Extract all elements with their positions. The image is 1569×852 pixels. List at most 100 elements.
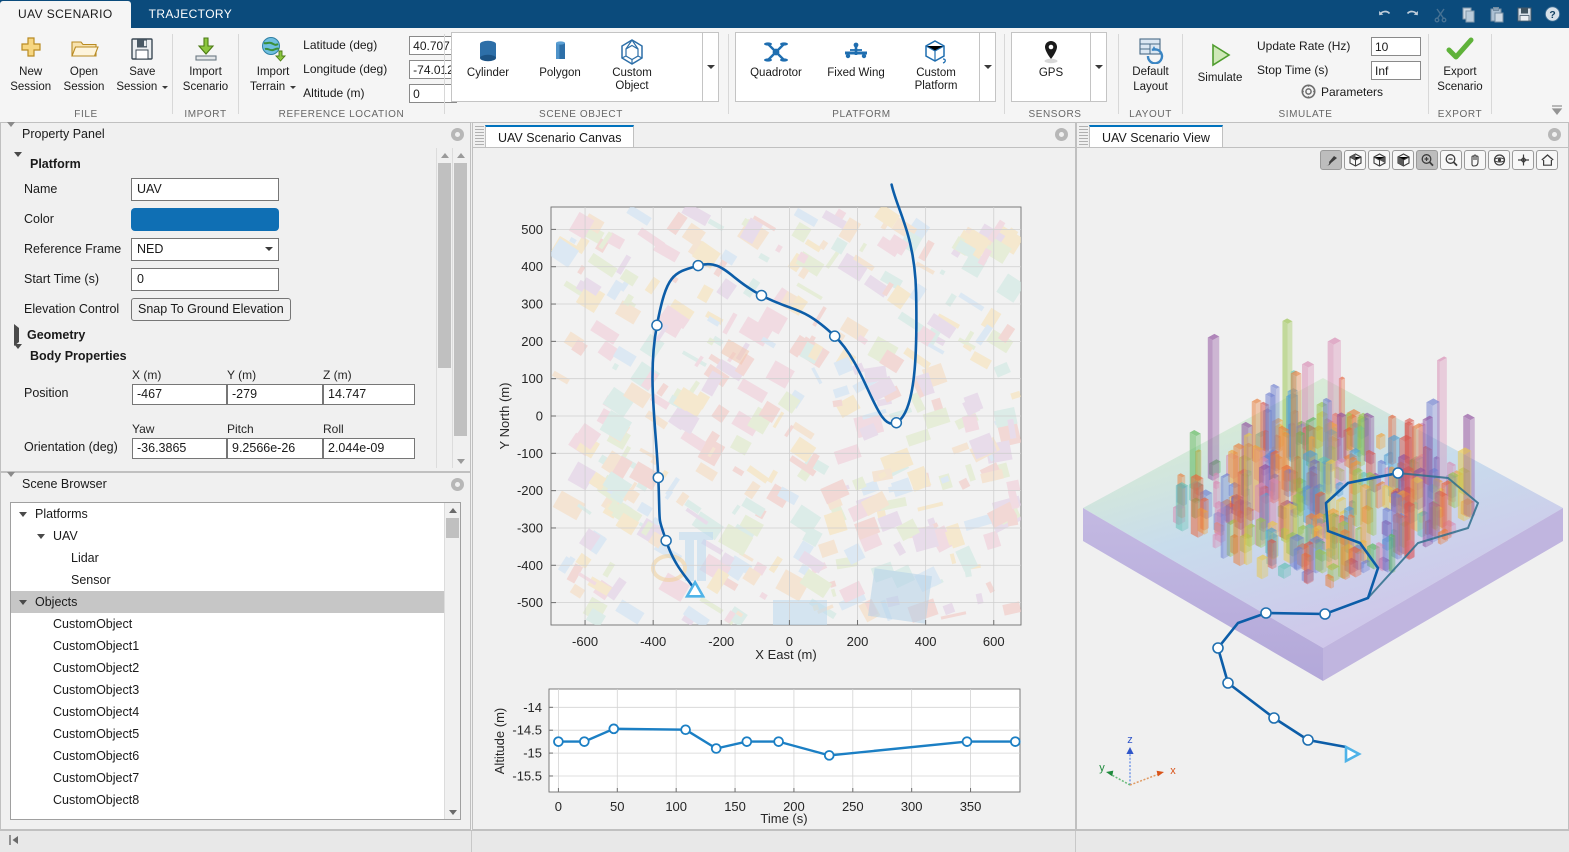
position-y-input[interactable]: -279	[227, 384, 323, 405]
altitude-waypoint-marker[interactable]	[553, 736, 564, 747]
new-session-button[interactable]: New Session	[6, 32, 55, 96]
altitude-waypoint-marker[interactable]	[1009, 736, 1021, 747]
position-z-input[interactable]: 14.747	[323, 384, 415, 405]
paste-icon[interactable]	[1488, 6, 1505, 23]
tree-item-sensor[interactable]: Sensor	[11, 569, 444, 591]
fixed-wing-button[interactable]: Fixed Wing	[816, 33, 896, 101]
import-terrain-dropdown-icon[interactable]	[290, 86, 297, 89]
property-panel-collapse-icon[interactable]	[7, 122, 15, 141]
cube-view-2-icon[interactable]	[1368, 150, 1390, 170]
zoom-out-icon[interactable]	[1440, 150, 1462, 170]
tree-item-platforms[interactable]: Platforms	[11, 503, 444, 525]
property-panel-inner-scrollbar[interactable]	[436, 148, 452, 468]
tree-item-uav[interactable]: UAV	[11, 525, 444, 547]
tree-toggle-down-icon[interactable]	[37, 533, 47, 539]
platform-gallery-dropdown[interactable]	[980, 32, 996, 102]
waypoint-marker-3d[interactable]	[1392, 467, 1404, 479]
orientation-roll-input[interactable]: 2.044e-09	[323, 438, 415, 459]
scrollbar-thumb[interactable]	[438, 163, 451, 368]
canvas-panel-close-icon[interactable]	[1055, 128, 1068, 141]
quadrotor-button[interactable]: Quadrotor	[736, 33, 816, 101]
tree-item-customobject4[interactable]: CustomObject4	[11, 701, 444, 723]
view3d-panel-close-icon[interactable]	[1548, 128, 1561, 141]
position-x-input[interactable]: -467	[132, 384, 227, 405]
import-terrain-button[interactable]: Import Terrain	[247, 32, 299, 96]
default-layout-button[interactable]: Default Layout	[1119, 32, 1182, 96]
tab-uav-scenario-view[interactable]: UAV Scenario View	[1089, 125, 1223, 147]
waypoint-marker-3d[interactable]	[1260, 607, 1272, 619]
waypoint-marker-3d[interactable]	[1222, 677, 1234, 689]
tree-item-customobject3[interactable]: CustomObject3	[11, 679, 444, 701]
redo-icon[interactable]	[1404, 6, 1421, 23]
brush-restore-view-icon[interactable]	[1320, 150, 1342, 170]
altitude-waypoint-marker[interactable]	[823, 750, 835, 761]
gps-button[interactable]: GPS	[1012, 33, 1090, 101]
altitude-waypoint-marker[interactable]	[579, 736, 590, 747]
altitude-waypoint-marker[interactable]	[710, 743, 722, 754]
collapse-left-icon[interactable]	[8, 834, 22, 849]
tree-item-customobject5[interactable]: CustomObject5	[11, 723, 444, 745]
altitude-waypoint-marker[interactable]	[741, 736, 753, 747]
cube-view-1-icon[interactable]	[1344, 150, 1366, 170]
altitude-waypoint-marker[interactable]	[961, 736, 973, 747]
tree-item-customobject7[interactable]: CustomObject7	[11, 767, 444, 789]
section-body-properties[interactable]: Body Properties	[2, 343, 469, 366]
simulate-button[interactable]: Simulate	[1189, 38, 1251, 87]
scroll-up-arrow-icon[interactable]	[445, 503, 460, 517]
sensors-gallery-dropdown[interactable]	[1091, 32, 1107, 102]
scene-browser-scrollbar[interactable]	[444, 503, 460, 819]
tree-item-lidar[interactable]: Lidar	[11, 547, 444, 569]
tab-uav-scenario-canvas[interactable]: UAV Scenario Canvas	[485, 125, 635, 147]
zoom-in-icon[interactable]	[1416, 150, 1438, 170]
save-icon[interactable]	[1516, 6, 1533, 23]
tab-uav-scenario[interactable]: UAV SCENARIO	[0, 1, 131, 28]
custom-object-button[interactable]: Custom Object	[596, 33, 668, 101]
trajectory-top-view-chart[interactable]: -600 -400 -200 0 200 400 600 -500 -400 -300 -200 -1…	[473, 148, 1075, 678]
scroll-down-arrow-icon[interactable]	[453, 454, 468, 468]
waypoint-marker[interactable]	[652, 471, 665, 484]
cylinder-button[interactable]: Cylinder	[452, 33, 524, 101]
platform-3d-marker[interactable]	[1344, 744, 1362, 764]
altitude-vs-time-chart[interactable]: 0 50 100 150 200 250 300 350 -14 -14.5 -15 -15.5 Al…	[473, 671, 1075, 829]
tree-item-customobject8[interactable]: CustomObject8	[11, 789, 444, 811]
cube-view-3-icon[interactable]	[1392, 150, 1414, 170]
altitude-waypoint-marker[interactable]	[680, 724, 691, 736]
parameters-button[interactable]: Parameters	[1301, 84, 1421, 99]
reference-frame-select[interactable]: NED	[131, 237, 279, 261]
scrollbar-thumb[interactable]	[454, 163, 467, 436]
waypoint-marker-3d[interactable]	[1212, 642, 1224, 654]
update-rate-input[interactable]: 10	[1371, 36, 1421, 56]
open-session-button[interactable]: Open Session	[59, 32, 108, 96]
waypoint-marker[interactable]	[828, 330, 841, 342]
altitude-waypoint-marker[interactable]	[773, 736, 784, 747]
tree-item-objects[interactable]: Objects	[11, 591, 444, 613]
waypoint-marker[interactable]	[692, 259, 704, 272]
polygon-button[interactable]: Polygon	[524, 33, 596, 101]
waypoint-marker[interactable]	[890, 416, 903, 429]
pan-hand-icon[interactable]	[1464, 150, 1486, 170]
waypoint-marker-3d[interactable]	[1268, 712, 1280, 724]
platform-name-input[interactable]: UAV	[131, 177, 279, 201]
scroll-up-arrow-icon[interactable]	[437, 148, 452, 162]
scroll-up-arrow-icon[interactable]	[453, 148, 468, 162]
rotate-3d-icon[interactable]	[1488, 150, 1510, 170]
altitude-waypoint-marker[interactable]	[608, 723, 620, 735]
help-icon[interactable]: ?	[1544, 6, 1561, 23]
section-platform[interactable]: Platform	[2, 151, 469, 174]
scene-browser-collapse-icon[interactable]	[7, 472, 15, 491]
undo-icon[interactable]	[1376, 6, 1393, 23]
import-scenario-button[interactable]: Import Scenario	[173, 32, 238, 96]
property-panel-outer-scrollbar[interactable]	[452, 148, 468, 468]
stop-time-input[interactable]: Inf	[1371, 60, 1421, 80]
waypoint-marker[interactable]	[660, 534, 672, 547]
custom-platform-button[interactable]: Custom Platform	[896, 33, 976, 101]
waypoint-marker[interactable]	[755, 289, 768, 302]
tab-trajectory[interactable]: TRAJECTORY	[131, 1, 251, 28]
property-panel-close-icon[interactable]	[451, 127, 464, 141]
waypoint-marker[interactable]	[651, 319, 663, 332]
save-session-dropdown-icon[interactable]	[162, 86, 169, 89]
tree-toggle-down-icon[interactable]	[19, 599, 29, 605]
scene-browser-close-icon[interactable]	[451, 477, 464, 491]
copy-icon[interactable]	[1460, 6, 1477, 23]
tree-toggle-down-icon[interactable]	[19, 511, 29, 517]
